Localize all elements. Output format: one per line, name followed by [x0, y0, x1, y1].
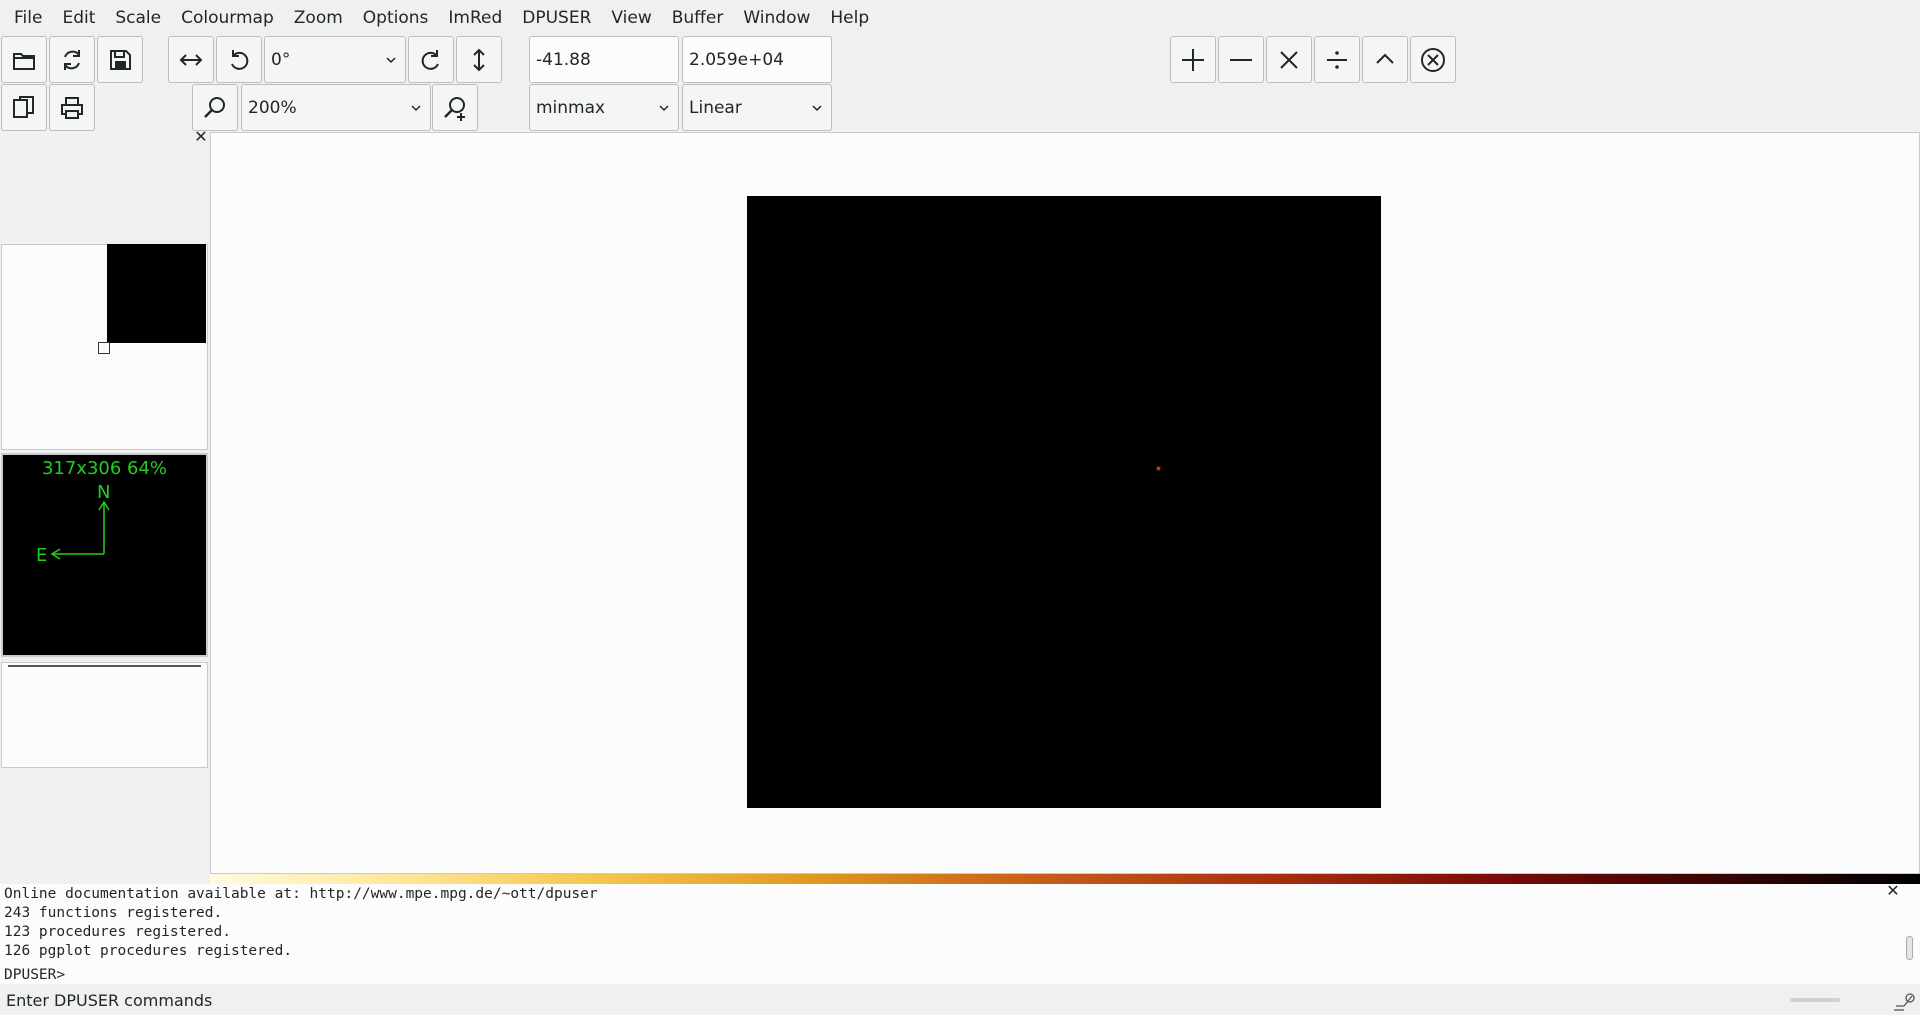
open-button[interactable] — [1, 36, 47, 83]
scale-type-value: Linear — [689, 97, 742, 118]
divide-icon — [1327, 50, 1347, 69]
image-size-info: 317x306 64% — [41, 458, 168, 479]
min-value-field[interactable]: -41.88 — [529, 36, 679, 83]
scale-type-select[interactable]: Linear — [682, 84, 832, 131]
scale-method-select[interactable]: minmax — [529, 84, 679, 131]
menu-dpuser[interactable]: DPUSER — [512, 0, 601, 36]
min-value: -41.88 — [536, 49, 591, 70]
magnifier-divider — [8, 665, 201, 667]
colour-bar[interactable] — [210, 874, 1920, 884]
navigator-viewport-marker[interactable] — [98, 342, 110, 354]
console-line: 243 functions registered. — [4, 905, 223, 921]
console-line: 123 procedures registered. — [4, 924, 231, 940]
menu-window[interactable]: Window — [733, 0, 820, 36]
flip-horizontal-icon — [179, 53, 203, 66]
console-line: 126 pgplot procedures registered. — [4, 943, 293, 959]
print-button[interactable] — [49, 84, 95, 131]
power-button[interactable] — [1362, 36, 1408, 83]
menu-view[interactable]: View — [601, 0, 661, 36]
rotate-right-button[interactable] — [408, 36, 454, 83]
zoom-in-icon — [444, 96, 465, 121]
zoom-select[interactable]: 200% — [241, 84, 431, 131]
minus-icon — [1230, 58, 1252, 61]
menu-colourmap[interactable]: Colourmap — [171, 0, 284, 36]
save-button[interactable] — [97, 36, 143, 83]
zoom-in-button[interactable] — [432, 84, 478, 131]
copy-icon — [13, 95, 34, 118]
menu-imred[interactable]: ImRed — [438, 0, 512, 36]
magnifier-panel — [1, 662, 208, 768]
network-icon — [1894, 993, 1915, 1011]
clear-button[interactable] — [1410, 36, 1456, 83]
menu-file[interactable]: File — [4, 0, 52, 36]
flip-vertical-button[interactable] — [456, 36, 502, 83]
scale-method-value: minmax — [536, 97, 606, 118]
north-label: N — [97, 482, 111, 503]
max-value: 2.059e+04 — [689, 49, 785, 70]
rotation-value: 0° — [271, 49, 291, 70]
console-close-icon[interactable]: ✕ — [1886, 883, 1900, 899]
status-text: Enter DPUSER commands — [6, 991, 213, 1010]
multiply-button[interactable] — [1266, 36, 1312, 83]
zoom-out-button[interactable] — [192, 84, 238, 131]
save-icon — [110, 49, 131, 70]
fits-image[interactable] — [747, 196, 1381, 808]
copy-button[interactable] — [1, 84, 47, 131]
rotate-right-icon — [421, 49, 439, 70]
image-source-spot — [1157, 467, 1160, 470]
flip-vertical-icon — [473, 48, 485, 71]
menu-zoom[interactable]: Zoom — [284, 0, 353, 36]
menu-edit[interactable]: Edit — [52, 0, 105, 36]
chevron-down-icon — [659, 104, 669, 111]
open-folder-icon — [13, 52, 35, 70]
max-value-field[interactable]: 2.059e+04 — [682, 36, 832, 83]
multiply-icon — [1280, 50, 1298, 69]
chevron-down-icon — [411, 104, 421, 111]
console-output[interactable]: Online documentation available at: http:… — [0, 884, 1920, 984]
reload-icon — [64, 49, 80, 70]
zoom-value: 200% — [248, 97, 297, 118]
east-label: E — [36, 545, 48, 566]
console-line: Online documentation available at: http:… — [4, 886, 598, 902]
console-prompt[interactable]: DPUSER> — [4, 967, 65, 983]
print-icon — [61, 96, 83, 119]
divide-button[interactable] — [1314, 36, 1360, 83]
chevron-down-icon — [386, 56, 396, 63]
subtract-button[interactable] — [1218, 36, 1264, 83]
rotate-left-icon — [231, 49, 249, 70]
flip-horizontal-button[interactable] — [168, 36, 214, 83]
chevron-down-icon — [812, 104, 822, 111]
status-progress-handle — [1790, 998, 1840, 1002]
menu-options[interactable]: Options — [353, 0, 439, 36]
menu-help[interactable]: Help — [820, 0, 879, 36]
zoom-out-icon — [204, 96, 225, 118]
reload-button[interactable] — [49, 36, 95, 83]
status-bar: Enter DPUSER commands — [0, 986, 1920, 1015]
plus-icon — [1182, 48, 1204, 71]
dock-close-icon[interactable]: ✕ — [194, 129, 208, 145]
clear-icon — [1421, 47, 1445, 72]
console-scrollbar[interactable] — [1906, 936, 1913, 960]
power-icon — [1376, 53, 1394, 64]
rotate-left-button[interactable] — [216, 36, 262, 83]
menu-buffer[interactable]: Buffer — [662, 0, 734, 36]
menu-scale[interactable]: Scale — [105, 0, 171, 36]
navigator-thumbnail — [107, 244, 206, 343]
add-button[interactable] — [1170, 36, 1216, 83]
menu-bar: File Edit Scale Colourmap Zoom Options I… — [0, 0, 1920, 36]
rotation-select[interactable]: 0° — [264, 36, 406, 83]
